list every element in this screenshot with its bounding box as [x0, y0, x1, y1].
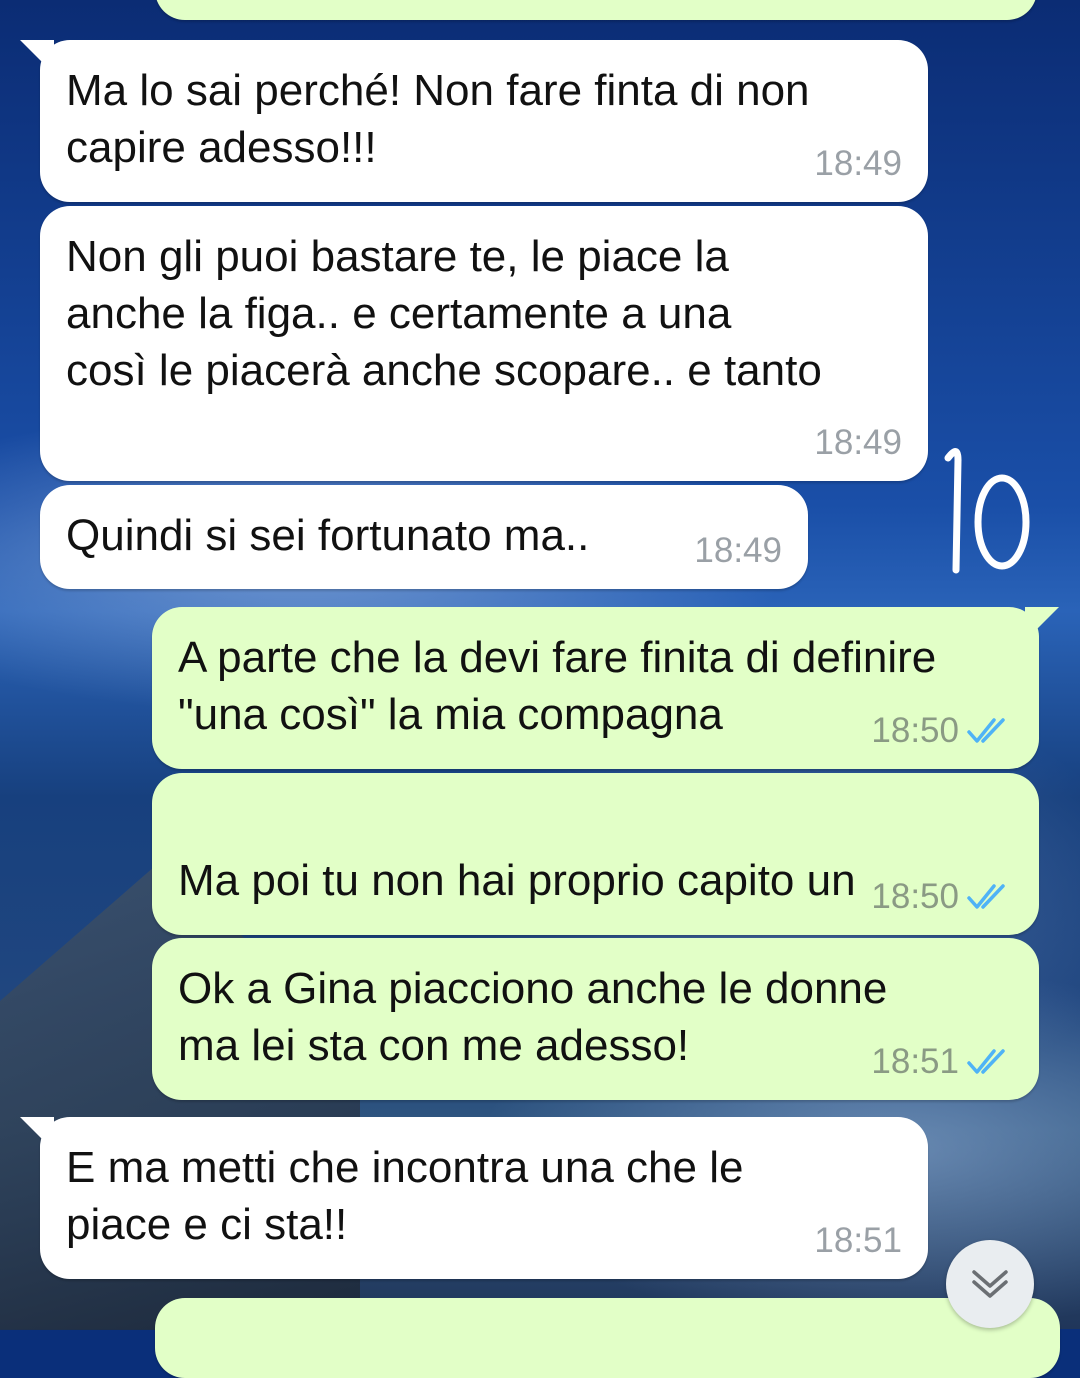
message-meta: 18:50 [871, 711, 1013, 751]
message-bubble-partial-top[interactable] [155, 0, 1037, 20]
message-text: Non gli puoi bastare te, le piace la anc… [66, 232, 822, 395]
handwritten-annotation: 10 [944, 448, 1030, 574]
message-bubble-outgoing[interactable]: Ok a Gina piacciono anche le donne ma le… [152, 938, 1039, 1100]
message-meta: 18:49 [814, 144, 902, 184]
message-text: Quindi si sei fortunato ma.. [66, 511, 590, 560]
double-check-icon [967, 884, 1005, 909]
message-meta: 18:50 [871, 877, 1013, 917]
message-text-line1: Ma poi tu non hai proprio capito un [178, 856, 856, 905]
message-bubble-incoming[interactable]: Ma lo sai perché! Non fare finta di non … [20, 40, 928, 202]
message-time: 18:49 [694, 531, 782, 570]
message-meta: 18:49 [814, 423, 902, 463]
message-bubble-incoming[interactable]: Quindi si sei fortunato ma.. 18:49 [40, 485, 808, 589]
message-time: 18:51 [814, 1221, 902, 1260]
double-chevron-down-icon [972, 1270, 1008, 1298]
scroll-to-bottom-button[interactable] [946, 1240, 1034, 1328]
message-bubble-incoming[interactable]: E ma metti che incontra una che le piace… [20, 1117, 928, 1279]
message-text: Ma lo sai perché! Non fare finta di non … [66, 66, 810, 172]
message-bubble-outgoing[interactable]: Ma poi tu non hai proprio capito un co 1… [152, 773, 1039, 1019]
message-time: 18:49 [814, 423, 902, 462]
message-text: E ma metti che incontra una che le piace… [66, 1143, 744, 1249]
message-bubble-outgoing[interactable]: A parte che la devi fare finita di defin… [152, 607, 1059, 769]
message-time: 18:50 [871, 711, 959, 750]
message-time: 18:49 [814, 144, 902, 183]
message-meta: 18:51 [814, 1221, 902, 1261]
double-check-icon [967, 718, 1005, 743]
message-meta: 18:51 [871, 1042, 1013, 1082]
message-bubble-partial-bottom[interactable] [155, 1298, 1060, 1378]
message-bubble-incoming[interactable]: Non gli puoi bastare te, le piace la anc… [40, 206, 928, 481]
message-time: 18:51 [871, 1042, 959, 1081]
message-time: 18:50 [871, 877, 959, 916]
message-meta: 18:49 [694, 531, 782, 571]
double-check-icon [967, 1049, 1005, 1074]
